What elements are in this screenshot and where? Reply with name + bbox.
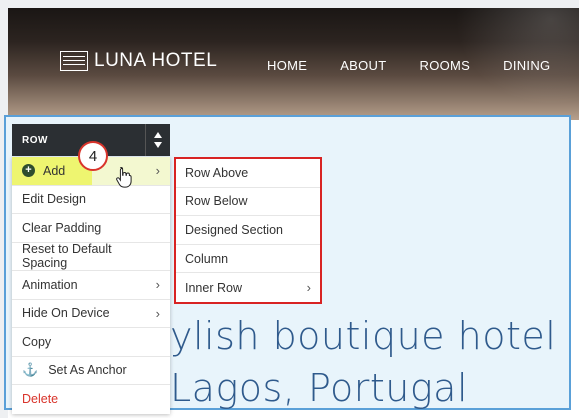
arrow-up-icon[interactable] xyxy=(154,132,162,138)
plus-circle-icon: + xyxy=(22,164,35,178)
menu-item-clear-padding[interactable]: Clear Padding xyxy=(12,214,170,243)
main-nav: HOME ABOUT ROOMS DINING xyxy=(267,58,579,73)
submenu-item-row-above[interactable]: Row Above xyxy=(176,159,320,188)
menu-item-add-label: Add xyxy=(43,163,66,178)
chevron-right-icon: › xyxy=(155,305,160,321)
submenu-item-label: Designed Section xyxy=(185,222,283,237)
chevron-right-icon: › xyxy=(155,163,160,179)
menu-item-label: Copy xyxy=(22,334,52,349)
menu-item-label: Clear Padding xyxy=(22,220,102,235)
menu-item-edit-design[interactable]: Edit Design xyxy=(12,186,170,214)
chevron-right-icon: › xyxy=(306,280,311,296)
submenu-item-designed-section[interactable]: Designed Section xyxy=(176,216,320,245)
menu-item-label: Reset to Default Spacing xyxy=(22,242,112,271)
arrow-down-icon[interactable] xyxy=(154,142,162,148)
menu-item-set-anchor[interactable]: ⚓ Set As Anchor xyxy=(12,357,170,385)
nav-about[interactable]: ABOUT xyxy=(340,58,386,73)
nav-home[interactable]: HOME xyxy=(267,58,307,73)
menu-item-label: Animation xyxy=(22,277,78,292)
hero-heading: ylish boutique hotel Lagos, Portugal xyxy=(170,310,570,414)
anchor-icon: ⚓ xyxy=(22,362,39,378)
nav-dining[interactable]: DINING xyxy=(503,58,550,73)
menu-item-reset-spacing[interactable]: Reset to Default Spacing xyxy=(12,242,170,271)
menu-item-copy[interactable]: Copy xyxy=(12,328,170,357)
menu-item-label: Edit Design xyxy=(22,192,86,207)
submenu-item-column[interactable]: Column xyxy=(176,245,320,274)
nav-rooms[interactable]: ROOMS xyxy=(420,58,471,73)
submenu-item-label: Row Above xyxy=(185,165,249,180)
menu-item-label: Set As Anchor xyxy=(48,363,127,378)
hotel-logo-icon xyxy=(60,51,88,71)
row-context-menu: + Add › Edit Design Clear Padding Reset … xyxy=(12,157,170,414)
row-label: ROW xyxy=(22,134,48,146)
logo-text: LUNA HOTEL xyxy=(94,50,218,71)
hand-pointer-icon xyxy=(116,166,132,188)
submenu-item-label: Row Below xyxy=(185,194,248,209)
hero-line-1: ylish boutique hotel xyxy=(170,314,557,358)
submenu-item-label: Column xyxy=(185,251,229,266)
menu-item-delete[interactable]: Delete xyxy=(12,385,170,414)
menu-item-hide-on-device[interactable]: Hide On Device › xyxy=(12,300,170,328)
submenu-item-inner-row[interactable]: Inner Row › xyxy=(176,273,320,302)
site-logo[interactable]: LUNA HOTEL xyxy=(60,50,217,72)
row-move-controls xyxy=(145,124,170,156)
submenu-item-row-below[interactable]: Row Below xyxy=(176,188,320,217)
hero-line-2: Lagos, Portugal xyxy=(170,366,469,410)
chevron-right-icon: › xyxy=(155,277,160,293)
menu-item-label: Hide On Device xyxy=(22,306,110,321)
menu-item-animation[interactable]: Animation › xyxy=(12,271,170,300)
hero-header: LUNA HOTEL HOME ABOUT ROOMS DINING xyxy=(8,8,579,120)
submenu-item-label: Inner Row xyxy=(185,280,242,295)
menu-item-label: Delete xyxy=(22,392,59,407)
step-number-badge: 4 xyxy=(78,141,108,171)
add-submenu: Row Above Row Below Designed Section Col… xyxy=(174,157,322,304)
